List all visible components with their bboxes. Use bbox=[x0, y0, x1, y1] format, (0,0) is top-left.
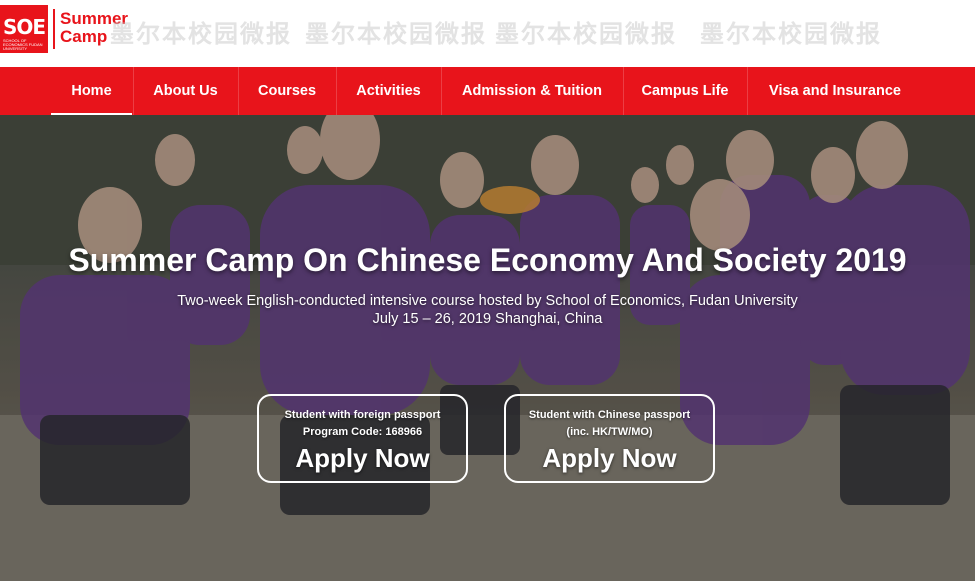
hero-overlay bbox=[0, 115, 975, 581]
watermark-text: 墨尔本校园微报 bbox=[700, 20, 882, 48]
nav-campus-life[interactable]: Campus Life bbox=[624, 67, 746, 115]
logo-subtext: SCHOOL OF ECONOMICS FUDAN UNIVERSITY bbox=[3, 38, 43, 51]
nav-admission-tuition[interactable]: Admission & Tuition bbox=[442, 67, 622, 115]
watermark-text: 墨尔本校园微报 bbox=[110, 20, 292, 48]
nav-home[interactable]: Home bbox=[51, 67, 132, 115]
hero-dates: July 15 – 26, 2019 Shanghai, China bbox=[372, 311, 603, 327]
apply-now-text: Apply Now bbox=[295, 443, 430, 473]
apply-foreign-label: Student with foreign passport bbox=[284, 409, 441, 421]
hero-title: Summer Camp On Chinese Economy And Socie… bbox=[68, 242, 907, 278]
apply-chinese-button[interactable]: Student with Chinese passport (inc. HK/T… bbox=[504, 394, 715, 483]
apply-foreign-button[interactable]: Student with foreign passport Program Co… bbox=[257, 394, 468, 483]
apply-chinese-label: Student with Chinese passport bbox=[528, 409, 691, 421]
apply-now-text: Apply Now bbox=[542, 443, 677, 473]
logo-mark: SOE bbox=[3, 15, 46, 39]
hero-banner: Summer Camp On Chinese Economy And Socie… bbox=[0, 115, 975, 581]
nav-activities[interactable]: Activities bbox=[337, 67, 440, 115]
nav-courses[interactable]: Courses bbox=[239, 67, 335, 115]
site-header: SOE SCHOOL OF ECONOMICS FUDAN UNIVERSITY… bbox=[0, 0, 975, 67]
program-code: Program Code: 168966 bbox=[302, 426, 423, 438]
watermark-text: 墨尔本校园微报 bbox=[495, 20, 677, 48]
watermark-text: 墨尔本校园微报 bbox=[305, 20, 487, 48]
soe-logo[interactable]: SOE SCHOOL OF ECONOMICS FUDAN UNIVERSITY bbox=[0, 5, 48, 53]
nav-visa-insurance[interactable]: Visa and Insurance bbox=[748, 67, 922, 115]
logo-divider bbox=[53, 9, 55, 49]
main-nav: Home About Us Courses Activities Admissi… bbox=[0, 67, 975, 115]
apply-chinese-note: (inc. HK/TW/MO) bbox=[566, 426, 653, 438]
hero-subtitle: Two-week English-conducted intensive cou… bbox=[177, 293, 798, 309]
nav-about-us[interactable]: About Us bbox=[134, 67, 237, 115]
